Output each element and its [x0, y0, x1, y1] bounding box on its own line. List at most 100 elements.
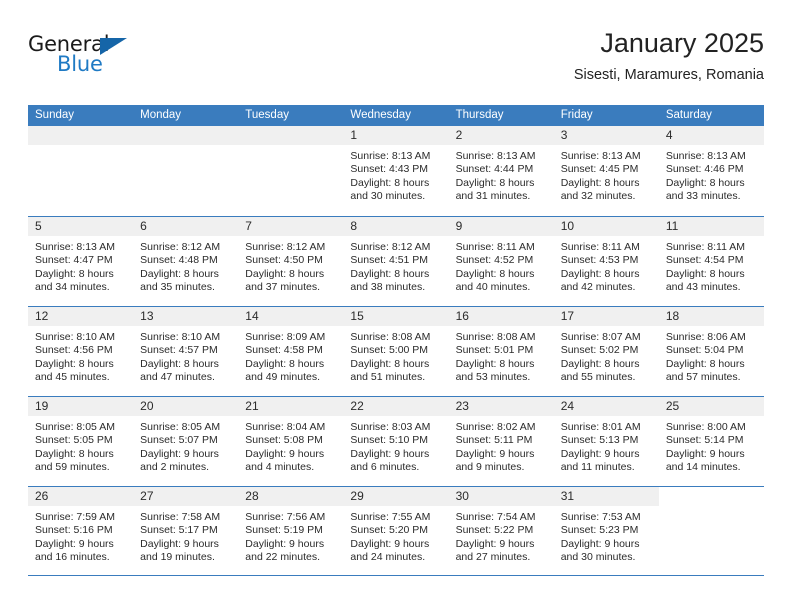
day-cell-6[interactable]: 6 Sunrise: 8:12 AM Sunset: 4:48 PM Daylight… [133, 217, 239, 306]
day-cell-24[interactable]: 24 Sunrise: 8:01 AM Sunset: 5:13 PM Dayligh… [553, 397, 659, 486]
day-info: Sunrise: 8:13 AM Sunset: 4:47 PM Daylight:… [28, 236, 133, 295]
day-cell-13[interactable]: 13 Sunrise: 8:10 AM Sunset: 4:57 PM Dayligh… [133, 307, 239, 396]
day-number: 7 [245, 219, 252, 233]
daylight-text-line1: Daylight: 9 hours [245, 447, 325, 460]
sunrise-text: Sunrise: 8:12 AM [245, 241, 326, 253]
day-cell-3[interactable]: 3 Sunrise: 8:13 AM Sunset: 4:45 PM Daylight… [553, 126, 659, 216]
day-number: 2 [455, 128, 463, 142]
daylight-text-line2: and 30 minutes. [350, 190, 426, 203]
day-cell-23[interactable]: 23 Sunrise: 8:02 AM Sunset: 5:11 PM Dayligh… [448, 397, 554, 486]
day-cell-14[interactable]: 14 Sunrise: 8:09 AM Sunset: 4:58 PM Dayligh… [238, 307, 344, 396]
day-info: Sunrise: 8:13 AM Sunset: 4:46 PM Daylight:… [659, 145, 764, 204]
day-number-band: 31 [553, 487, 659, 506]
day-cell-28[interactable]: 28 Sunrise: 7:56 AM Sunset: 5:19 PM Dayligh… [238, 487, 344, 575]
day-info: Sunrise: 8:04 AM Sunset: 5:08 PM Daylight:… [238, 416, 343, 475]
daylight-text-line2: and 51 minutes. [350, 371, 426, 384]
day-info: Sunrise: 8:01 AM Sunset: 5:13 PM Daylight:… [554, 416, 659, 475]
day-cell-25[interactable]: 25 Sunrise: 8:00 AM Sunset: 5:14 PM Dayligh… [658, 397, 764, 486]
sunrise-text: Sunrise: 8:13 AM [560, 150, 641, 162]
day-number-band: 5 [28, 217, 134, 236]
calendar-week-row: 12 Sunrise: 8:10 AM Sunset: 4:56 PM Dayligh… [28, 306, 764, 396]
sunset-text: Sunset: 4:58 PM [245, 344, 323, 357]
day-cell-30[interactable]: 30 Sunrise: 7:54 AM Sunset: 5:22 PM Dayligh… [448, 487, 554, 575]
sunset-text: Sunset: 5:23 PM [560, 524, 639, 537]
sunset-text: Sunset: 5:05 PM [35, 434, 113, 447]
sunrise-text: Sunrise: 7:56 AM [245, 511, 326, 523]
day-number-band: 6 [133, 217, 239, 236]
sunrise-text: Sunrise: 8:13 AM [350, 150, 431, 162]
daylight-text-line2: and 32 minutes. [560, 190, 636, 203]
general-blue-logo[interactable]: General Blue [28, 32, 148, 84]
day-cell-9[interactable]: 9 Sunrise: 8:11 AM Sunset: 4:52 PM Daylight… [448, 217, 554, 306]
day-cell-29[interactable]: 29 Sunrise: 7:55 AM Sunset: 5:20 PM Dayligh… [343, 487, 449, 575]
day-number: 10 [560, 219, 575, 233]
day-info: Sunrise: 8:12 AM Sunset: 4:48 PM Daylight:… [133, 236, 238, 295]
day-cell-16[interactable]: 16 Sunrise: 8:08 AM Sunset: 5:01 PM Dayligh… [448, 307, 554, 396]
day-number-band: 24 [553, 397, 659, 416]
sunset-text: Sunset: 4:45 PM [560, 163, 639, 176]
day-cell-31[interactable]: 31 Sunrise: 7:53 AM Sunset: 5:23 PM Dayligh… [553, 487, 659, 575]
day-cell-21[interactable]: 21 Sunrise: 8:04 AM Sunset: 5:08 PM Dayligh… [238, 397, 344, 486]
day-cell-8[interactable]: 8 Sunrise: 8:12 AM Sunset: 4:51 PM Daylight… [343, 217, 449, 306]
day-cell-empty [28, 126, 134, 216]
daylight-text-line2: and 11 minutes. [560, 461, 635, 474]
daylight-text-line2: and 30 minutes. [560, 551, 636, 564]
day-cell-empty [133, 126, 239, 216]
daylight-text-line1: Daylight: 8 hours [455, 176, 535, 189]
day-cell-10[interactable]: 10 Sunrise: 8:11 AM Sunset: 4:53 PM Dayligh… [553, 217, 659, 306]
daylight-text-line1: Daylight: 9 hours [245, 537, 325, 550]
day-number: 12 [35, 309, 49, 323]
sunrise-text: Sunrise: 8:11 AM [560, 241, 640, 253]
daylight-text-line1: Daylight: 8 hours [350, 267, 430, 280]
logo-triangle-icon [100, 38, 127, 55]
daylight-text-line1: Daylight: 9 hours [140, 537, 219, 550]
daylight-text-line1: Daylight: 8 hours [35, 447, 114, 460]
day-cell-20[interactable]: 20 Sunrise: 8:05 AM Sunset: 5:07 PM Dayligh… [133, 397, 239, 486]
daylight-text-line1: Daylight: 9 hours [350, 537, 430, 550]
daylight-text-line2: and 19 minutes. [140, 551, 215, 564]
day-cell-15[interactable]: 15 Sunrise: 8:08 AM Sunset: 5:00 PM Dayligh… [343, 307, 449, 396]
day-info: Sunrise: 8:06 AM Sunset: 5:04 PM Daylight:… [659, 326, 764, 385]
day-cell-18[interactable]: 18 Sunrise: 8:06 AM Sunset: 5:04 PM Dayligh… [658, 307, 764, 396]
daylight-text-line2: and 38 minutes. [350, 281, 426, 294]
sunrise-text: Sunrise: 8:11 AM [665, 241, 746, 253]
day-cell-26[interactable]: 26 Sunrise: 7:59 AM Sunset: 5:16 PM Dayligh… [28, 487, 134, 575]
day-cell-11[interactable]: 11 Sunrise: 8:11 AM Sunset: 4:54 PM Dayligh… [658, 217, 764, 306]
daylight-text-line2: and 35 minutes. [140, 281, 215, 294]
day-number: 8 [350, 219, 358, 233]
day-cell-2[interactable]: 2 Sunrise: 8:13 AM Sunset: 4:44 PM Daylight… [448, 126, 554, 216]
page-subtitle: Sisesti, Maramures, Romania [573, 67, 764, 83]
daylight-text-line1: Daylight: 8 hours [245, 357, 325, 370]
day-number-band: 4 [658, 126, 764, 145]
daylight-text-line1: Daylight: 8 hours [665, 357, 745, 370]
day-number-band: 14 [238, 307, 344, 326]
daylight-text-line1: Daylight: 9 hours [560, 447, 640, 460]
day-number-band: 7 [238, 217, 344, 236]
day-info: Sunrise: 8:07 AM Sunset: 5:02 PM Daylight:… [554, 326, 659, 385]
day-info: Sunrise: 8:00 AM Sunset: 5:14 PM Daylight:… [659, 416, 764, 475]
daylight-text-line2: and 27 minutes. [455, 551, 531, 564]
day-cell-12[interactable]: 12 Sunrise: 8:10 AM Sunset: 4:56 PM Dayligh… [28, 307, 134, 396]
sunrise-text: Sunrise: 8:08 AM [455, 331, 536, 343]
day-cell-1[interactable]: 1 Sunrise: 8:13 AM Sunset: 4:43 PM Daylight… [343, 126, 449, 216]
sunset-text: Sunset: 5:20 PM [350, 524, 429, 537]
day-cell-19[interactable]: 19 Sunrise: 8:05 AM Sunset: 5:05 PM Dayligh… [28, 397, 134, 486]
day-cell-22[interactable]: 22 Sunrise: 8:03 AM Sunset: 5:10 PM Dayligh… [343, 397, 449, 486]
day-info: Sunrise: 7:54 AM Sunset: 5:22 PM Daylight:… [449, 506, 554, 565]
day-number-band: 10 [553, 217, 659, 236]
daylight-text-line2: and 43 minutes. [665, 281, 741, 294]
day-number-band: 23 [448, 397, 554, 416]
day-number-band: 2 [448, 126, 554, 145]
daylight-text-line1: Daylight: 8 hours [35, 357, 114, 370]
day-number: 27 [140, 489, 154, 503]
day-cell-4[interactable]: 4 Sunrise: 8:13 AM Sunset: 4:46 PM Daylight… [658, 126, 764, 216]
day-cell-7[interactable]: 7 Sunrise: 8:12 AM Sunset: 4:50 PM Daylight… [238, 217, 344, 306]
day-cell-5[interactable]: 5 Sunrise: 8:13 AM Sunset: 4:47 PM Daylight… [28, 217, 134, 306]
day-number: 25 [665, 399, 680, 413]
sunset-text: Sunset: 5:22 PM [455, 524, 534, 537]
day-number-band: 15 [343, 307, 449, 326]
day-number-band: 8 [343, 217, 449, 236]
day-cell-27[interactable]: 27 Sunrise: 7:58 AM Sunset: 5:17 PM Dayligh… [133, 487, 239, 575]
day-cell-17[interactable]: 17 Sunrise: 8:07 AM Sunset: 5:02 PM Dayligh… [553, 307, 659, 396]
weekday-header-thursday: Thursday [455, 109, 504, 121]
